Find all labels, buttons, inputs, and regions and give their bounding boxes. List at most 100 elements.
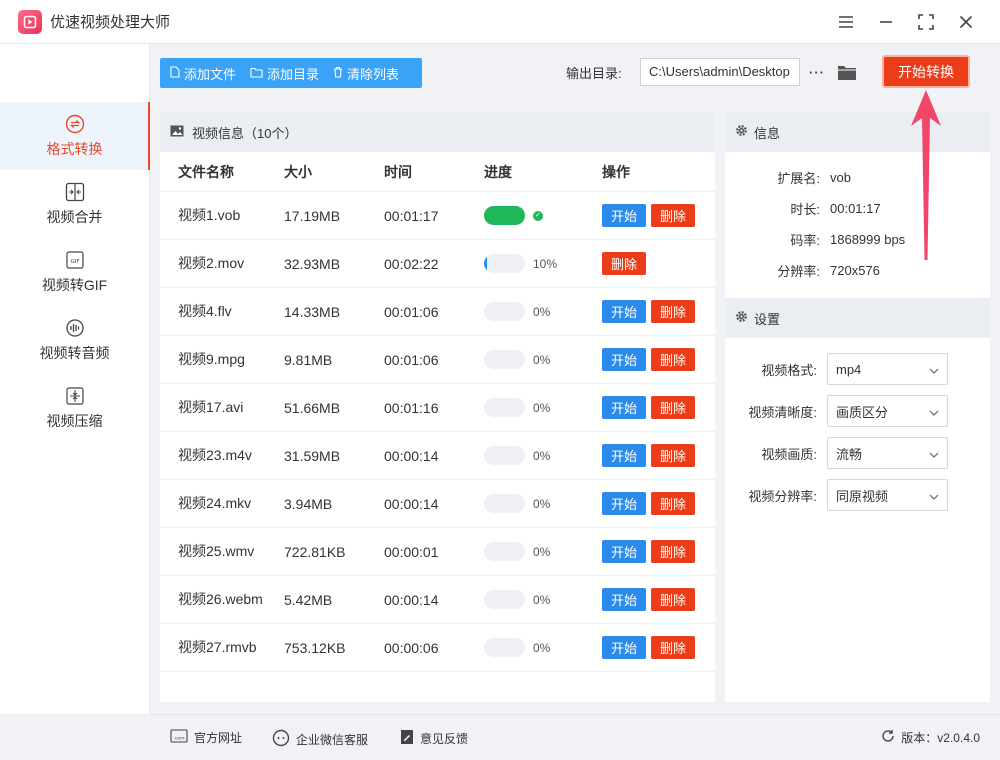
delete-button[interactable]: 删除 bbox=[602, 252, 646, 275]
chevron-down-icon bbox=[929, 488, 939, 503]
progress-bar bbox=[484, 494, 525, 513]
wechat-support-link[interactable]: 企业微信客服 bbox=[272, 729, 368, 750]
version-info[interactable]: 版本：v2.0.4.0 bbox=[881, 729, 980, 746]
start-button[interactable]: 开始 bbox=[602, 204, 646, 227]
video-quality-select[interactable]: 流畅 bbox=[827, 437, 948, 469]
progress-fill bbox=[484, 254, 487, 273]
setting-label: 视频画质: bbox=[761, 446, 817, 462]
file-duration: 00:00:14 bbox=[384, 447, 439, 464]
settings-header: 设置 bbox=[725, 298, 990, 338]
sidebar-item-gif[interactable]: GIF 视频转GIF bbox=[0, 238, 149, 306]
video-resolution-select[interactable]: 同原视频 bbox=[827, 479, 948, 511]
info-value: 00:01:17 bbox=[830, 201, 881, 216]
setting-row-format: 视频格式: mp4 bbox=[725, 348, 990, 390]
delete-button[interactable]: 删除 bbox=[651, 300, 695, 323]
gif-icon: GIF bbox=[65, 249, 85, 271]
progress-cell: ✓ bbox=[484, 206, 602, 225]
video-clarity-select[interactable]: 画质区分 bbox=[827, 395, 948, 427]
delete-button[interactable]: 删除 bbox=[651, 492, 695, 515]
sidebar-item-format-convert[interactable]: 格式转换 bbox=[0, 102, 150, 170]
delete-button[interactable]: 删除 bbox=[651, 396, 695, 419]
select-value: mp4 bbox=[836, 361, 862, 377]
table-row[interactable]: 视频2.mov 32.93MB 00:02:22 10% 删除 bbox=[160, 240, 715, 288]
title-bar: 优速视频处理大师 bbox=[0, 0, 1000, 44]
clear-list-label: 清除列表 bbox=[347, 66, 400, 82]
sidebar-item-audio[interactable]: 视频转音频 bbox=[0, 306, 149, 374]
column-header-time: 时间 bbox=[384, 163, 412, 180]
clear-list-button[interactable]: 清除列表 bbox=[333, 64, 399, 83]
progress-text: 0% bbox=[533, 304, 551, 319]
actions-cell: 开始 删除 bbox=[602, 348, 715, 371]
svg-text:.com: .com bbox=[173, 737, 184, 742]
delete-button[interactable]: 删除 bbox=[651, 636, 695, 659]
chevron-down-icon bbox=[929, 446, 939, 461]
progress-bar bbox=[484, 446, 525, 465]
start-convert-button[interactable]: 开始转换 bbox=[882, 55, 970, 88]
start-button[interactable]: 开始 bbox=[602, 300, 646, 323]
sidebar-item-merge[interactable]: 视频合并 bbox=[0, 170, 149, 238]
file-name: 视频9.mpg bbox=[178, 351, 245, 367]
table-row[interactable]: 视频1.vob 17.19MB 00:01:17 ✓ 开始 删除 bbox=[160, 192, 715, 240]
open-folder-icon[interactable] bbox=[836, 60, 858, 84]
feedback-link[interactable]: 意见反馈 bbox=[400, 729, 468, 748]
feedback-icon bbox=[400, 729, 414, 748]
start-button[interactable]: 开始 bbox=[602, 444, 646, 467]
column-header-size: 大小 bbox=[284, 163, 312, 180]
file-size: 31.59MB bbox=[284, 447, 341, 464]
merge-icon bbox=[65, 181, 85, 203]
file-button-group: 添加文件 添加目录 清除列表 bbox=[160, 58, 422, 88]
sidebar-item-label: 视频合并 bbox=[46, 209, 103, 225]
start-button[interactable]: 开始 bbox=[602, 492, 646, 515]
start-button[interactable]: 开始 bbox=[602, 396, 646, 419]
video-format-select[interactable]: mp4 bbox=[827, 353, 948, 385]
add-file-button[interactable]: 添加文件 bbox=[170, 64, 236, 83]
table-row[interactable]: 视频23.m4v 31.59MB 00:00:14 0% 开始 删除 bbox=[160, 432, 715, 480]
start-button[interactable]: 开始 bbox=[602, 540, 646, 563]
progress-bar bbox=[484, 302, 525, 321]
actions-cell: 开始 删除 bbox=[602, 636, 715, 659]
file-duration: 00:01:16 bbox=[384, 399, 439, 416]
table-row[interactable]: 视频24.mkv 3.94MB 00:00:14 0% 开始 删除 bbox=[160, 480, 715, 528]
progress-bar bbox=[484, 254, 525, 273]
maximize-icon[interactable] bbox=[908, 7, 944, 37]
actions-cell: 开始 删除 bbox=[602, 396, 715, 419]
file-size: 14.33MB bbox=[284, 303, 341, 320]
file-size: 3.94MB bbox=[284, 495, 333, 512]
table-row[interactable]: 视频17.avi 51.66MB 00:01:16 0% 开始 删除 bbox=[160, 384, 715, 432]
website-label: 官方网址 bbox=[194, 731, 243, 745]
video-list-header: 视频信息（10个） bbox=[160, 112, 715, 152]
delete-button[interactable]: 删除 bbox=[651, 444, 695, 467]
website-link[interactable]: .com 官方网址 bbox=[170, 729, 242, 746]
progress-text: 0% bbox=[533, 496, 551, 511]
browse-more-button[interactable]: ··· bbox=[807, 58, 827, 86]
table-row[interactable]: 视频9.mpg 9.81MB 00:01:06 0% 开始 删除 bbox=[160, 336, 715, 384]
sidebar-item-label: 视频压缩 bbox=[46, 413, 103, 429]
minimize-icon[interactable] bbox=[868, 7, 904, 37]
setting-label: 视频格式: bbox=[761, 362, 817, 378]
sidebar-item-compress[interactable]: 视频压缩 bbox=[0, 374, 149, 442]
start-button[interactable]: 开始 bbox=[602, 588, 646, 611]
pointer-arrow-icon bbox=[911, 90, 941, 260]
output-dir-input[interactable]: C:\Users\admin\Desktop bbox=[640, 58, 800, 86]
start-button[interactable]: 开始 bbox=[602, 348, 646, 371]
output-dir-label: 输出目录: bbox=[566, 66, 622, 81]
actions-cell: 开始 删除 bbox=[602, 300, 715, 323]
close-icon[interactable] bbox=[948, 7, 984, 37]
table-row[interactable]: 视频27.rmvb 753.12KB 00:00:06 0% 开始 删除 bbox=[160, 624, 715, 672]
delete-button[interactable]: 删除 bbox=[651, 204, 695, 227]
delete-button[interactable]: 删除 bbox=[651, 348, 695, 371]
table-row[interactable]: 视频25.wmv 722.81KB 00:00:01 0% 开始 删除 bbox=[160, 528, 715, 576]
add-folder-button[interactable]: 添加目录 bbox=[250, 64, 319, 83]
table-row[interactable]: 视频4.flv 14.33MB 00:01:06 0% 开始 删除 bbox=[160, 288, 715, 336]
info-row-extension: 扩展名: vob bbox=[725, 162, 990, 193]
progress-fill bbox=[484, 206, 525, 225]
gear-icon bbox=[735, 124, 748, 140]
start-button[interactable]: 开始 bbox=[602, 636, 646, 659]
delete-button[interactable]: 删除 bbox=[651, 588, 695, 611]
menu-icon[interactable] bbox=[828, 7, 864, 37]
compress-icon bbox=[65, 385, 85, 407]
progress-cell: 0% bbox=[484, 446, 602, 465]
table-row[interactable]: 视频26.webm 5.42MB 00:00:14 0% 开始 删除 bbox=[160, 576, 715, 624]
delete-button[interactable]: 删除 bbox=[651, 540, 695, 563]
settings-list: 视频格式: mp4 视频清晰度: 画质区分 视频画质: 流畅 视频分辨率: 同原视频 bbox=[725, 338, 990, 516]
